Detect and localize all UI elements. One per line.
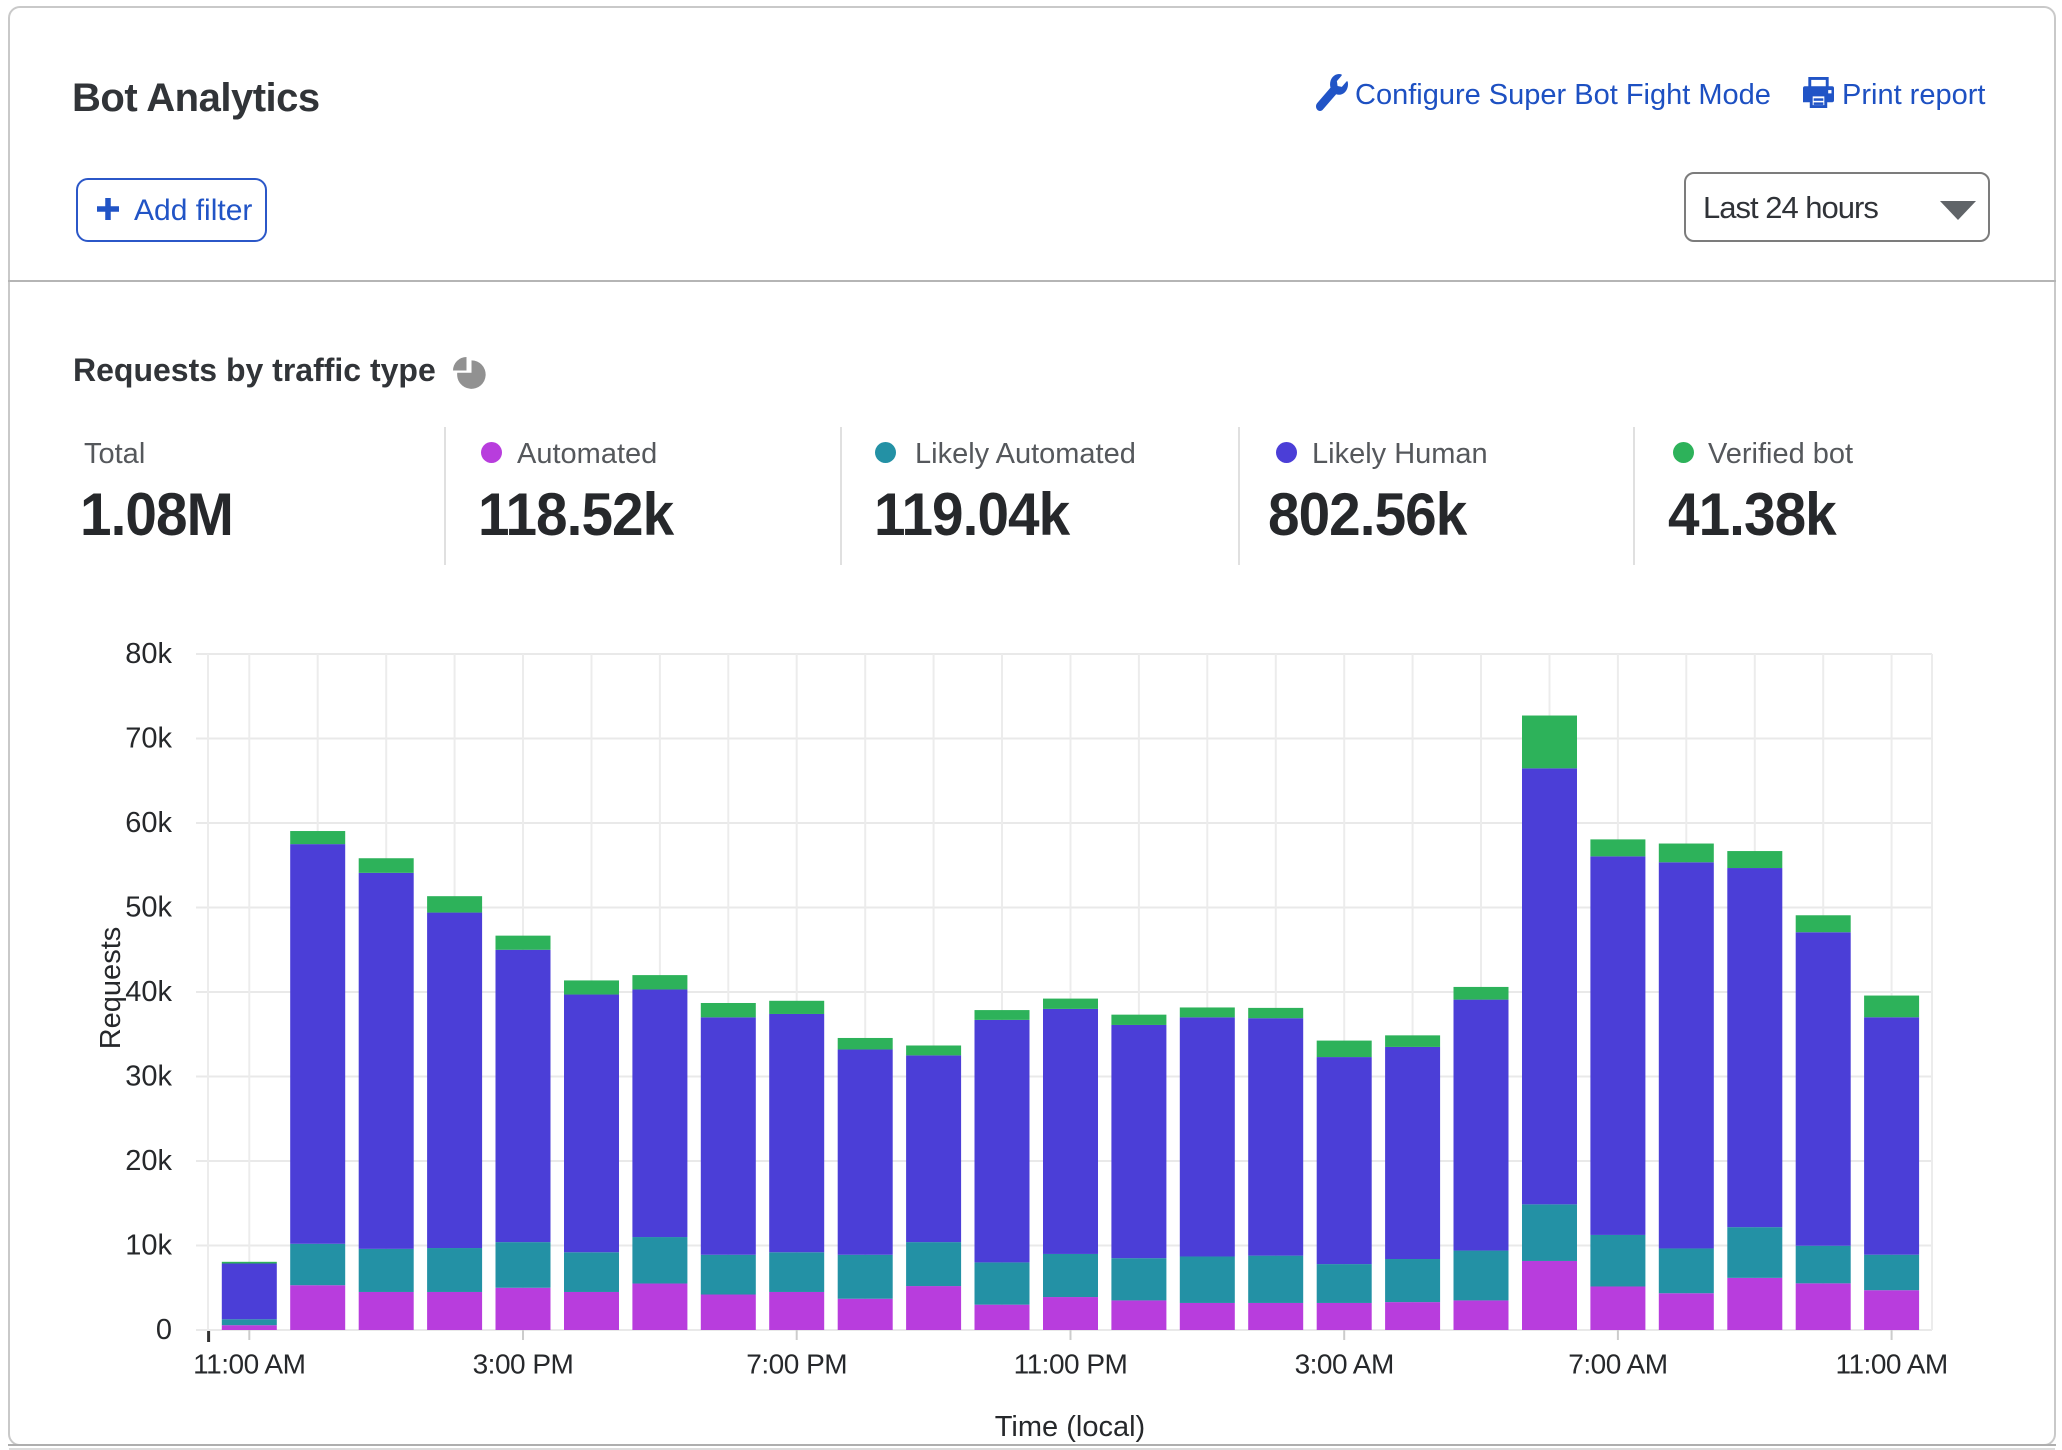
svg-text:30k: 30k: [125, 1061, 172, 1093]
svg-text:7:00 AM: 7:00 AM: [1568, 1349, 1667, 1380]
svg-text:11:00 AM: 11:00 AM: [1835, 1349, 1947, 1380]
svg-text:3:00 PM: 3:00 PM: [473, 1349, 574, 1380]
svg-text:10k: 10k: [125, 1230, 172, 1262]
svg-text:11:00 AM: 11:00 AM: [193, 1349, 305, 1380]
svg-text:40k: 40k: [125, 976, 172, 1008]
svg-text:60k: 60k: [125, 807, 172, 839]
svg-text:11:00 PM: 11:00 PM: [1014, 1349, 1128, 1380]
svg-text:Requests: Requests: [95, 927, 127, 1050]
svg-text:Time (local): Time (local): [995, 1411, 1145, 1443]
svg-text:3:00 AM: 3:00 AM: [1295, 1349, 1394, 1380]
svg-text:0: 0: [156, 1314, 172, 1346]
svg-text:7:00 PM: 7:00 PM: [746, 1349, 847, 1380]
svg-text:20k: 20k: [125, 1145, 172, 1177]
svg-text:80k: 80k: [125, 638, 172, 670]
svg-text:70k: 70k: [125, 723, 172, 755]
svg-text:50k: 50k: [125, 892, 172, 924]
